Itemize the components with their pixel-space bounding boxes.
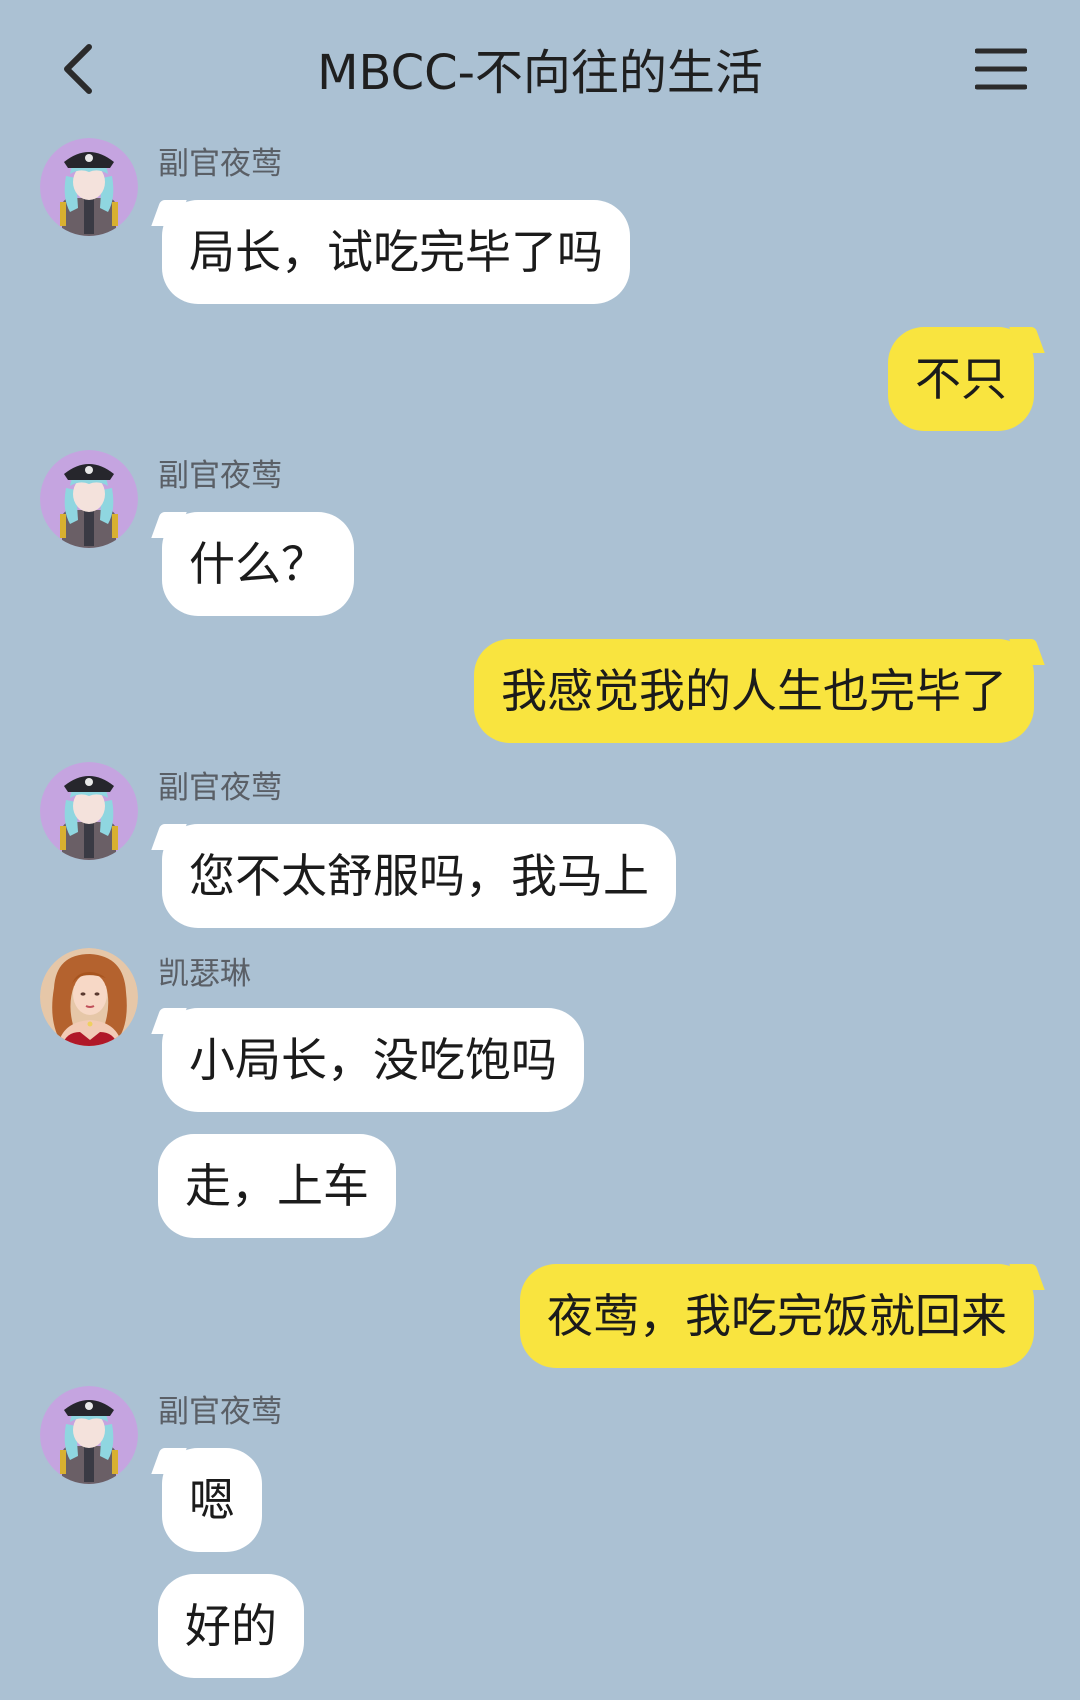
outgoing-message-bubble[interactable]: 夜莺，我吃完饭就回来 <box>520 1264 1034 1368</box>
hamburger-menu-icon <box>975 48 1027 90</box>
chevron-left-icon <box>64 44 92 94</box>
sender-name: 副官夜莺 <box>158 770 282 806</box>
nightingale-avatar[interactable] <box>40 762 138 860</box>
catherine-avatar[interactable] <box>40 948 138 1046</box>
sender-name: 副官夜莺 <box>158 146 282 182</box>
incoming-message-bubble[interactable]: 好的 <box>158 1574 304 1678</box>
sender-name: 凯瑟琳 <box>158 956 251 992</box>
nightingale-avatar[interactable] <box>40 138 138 236</box>
incoming-message-bubble[interactable]: 您不太舒服吗，我马上 <box>162 824 676 928</box>
outgoing-message-bubble[interactable]: 我感觉我的人生也完毕了 <box>474 639 1034 743</box>
incoming-message-bubble[interactable]: 嗯 <box>162 1448 262 1552</box>
outgoing-message-bubble[interactable]: 不只 <box>888 327 1034 431</box>
menu-button[interactable] <box>966 34 1036 104</box>
incoming-message-bubble[interactable]: 走，上车 <box>158 1134 396 1238</box>
back-button[interactable] <box>44 34 114 104</box>
incoming-message-bubble[interactable]: 什么？ <box>162 512 354 616</box>
sender-name: 副官夜莺 <box>158 1394 282 1430</box>
nightingale-avatar[interactable] <box>40 1386 138 1484</box>
chat-title: MBCC-不向往的生活 <box>317 45 763 101</box>
sender-name: 副官夜莺 <box>158 458 282 494</box>
nightingale-avatar[interactable] <box>40 450 138 548</box>
incoming-message-bubble[interactable]: 局长，试吃完毕了吗 <box>162 200 630 304</box>
incoming-message-bubble[interactable]: 小局长，没吃饱吗 <box>162 1008 584 1112</box>
chat-header: MBCC-不向往的生活 <box>0 0 1080 140</box>
